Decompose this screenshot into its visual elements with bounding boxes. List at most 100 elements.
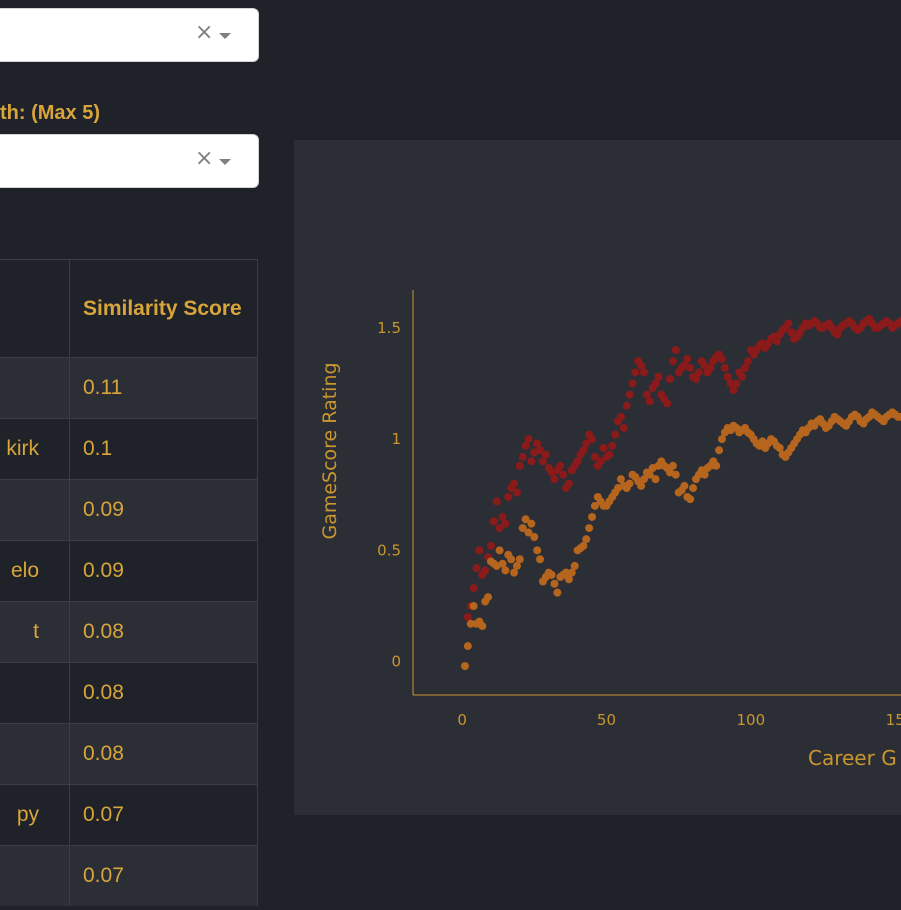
- data-point[interactable]: [495, 546, 504, 555]
- y-tick-label: 1.5: [377, 319, 401, 337]
- data-point[interactable]: [668, 357, 677, 366]
- data-point[interactable]: [599, 443, 608, 452]
- data-point[interactable]: [486, 541, 495, 550]
- data-point[interactable]: [463, 642, 472, 651]
- data-point[interactable]: [625, 479, 634, 488]
- data-point[interactable]: [582, 535, 591, 544]
- data-point[interactable]: [501, 519, 510, 528]
- data-point[interactable]: [460, 662, 469, 671]
- player-name-cell: kirk: [0, 419, 70, 479]
- data-point[interactable]: [501, 566, 510, 575]
- x-tick-label: 15: [886, 711, 901, 729]
- data-point[interactable]: [570, 561, 579, 570]
- chevron-down-icon[interactable]: [219, 159, 231, 165]
- data-point[interactable]: [484, 593, 493, 602]
- data-point[interactable]: [686, 495, 695, 504]
- y-tick-label: 0.5: [377, 541, 401, 559]
- data-point[interactable]: [732, 379, 741, 388]
- data-point[interactable]: [689, 484, 698, 493]
- x-tick-label: 50: [597, 711, 616, 729]
- data-point[interactable]: [475, 546, 484, 555]
- table-row: 0.08: [0, 723, 258, 784]
- data-point[interactable]: [588, 512, 597, 521]
- data-point[interactable]: [671, 470, 680, 479]
- data-point[interactable]: [518, 452, 527, 461]
- data-point[interactable]: [784, 319, 793, 328]
- data-point[interactable]: [559, 470, 568, 479]
- data-point[interactable]: [547, 570, 556, 579]
- data-point[interactable]: [527, 519, 536, 528]
- table-row: 0.09: [0, 479, 258, 540]
- data-point[interactable]: [585, 524, 594, 533]
- data-point[interactable]: [510, 479, 519, 488]
- data-point[interactable]: [645, 397, 654, 406]
- data-point[interactable]: [611, 430, 620, 439]
- data-point[interactable]: [469, 601, 478, 610]
- data-point[interactable]: [720, 363, 729, 372]
- data-point[interactable]: [550, 579, 559, 588]
- table-header-row: Similarity Score: [0, 259, 258, 357]
- header-similarity-score[interactable]: Similarity Score: [83, 260, 243, 357]
- data-point[interactable]: [515, 461, 524, 470]
- data-point[interactable]: [553, 588, 562, 597]
- data-point[interactable]: [631, 368, 640, 377]
- similarity-table: Similarity Score 0.11 kirk 0.1 0.09 elo …: [0, 259, 258, 906]
- data-point[interactable]: [680, 481, 689, 490]
- data-point[interactable]: [671, 346, 680, 355]
- data-point[interactable]: [550, 475, 559, 484]
- data-point[interactable]: [515, 555, 524, 564]
- data-point[interactable]: [478, 622, 487, 631]
- data-point[interactable]: [717, 354, 726, 363]
- data-point[interactable]: [738, 372, 747, 381]
- data-point[interactable]: [743, 357, 752, 366]
- table-row: 0.07: [0, 845, 258, 906]
- data-point[interactable]: [651, 475, 660, 484]
- data-point[interactable]: [654, 372, 663, 381]
- data-point[interactable]: [715, 446, 724, 455]
- player-select[interactable]: ×: [0, 8, 259, 62]
- data-point[interactable]: [628, 379, 637, 388]
- data-point[interactable]: [668, 461, 677, 470]
- data-point[interactable]: [625, 390, 634, 399]
- data-point[interactable]: [527, 457, 536, 466]
- data-point[interactable]: [564, 479, 573, 488]
- data-point[interactable]: [536, 555, 545, 564]
- similarity-score-cell: 0.07: [83, 803, 124, 826]
- data-point[interactable]: [619, 423, 628, 432]
- data-point[interactable]: [665, 375, 674, 384]
- data-point[interactable]: [541, 450, 550, 459]
- data-point[interactable]: [663, 399, 672, 408]
- data-point[interactable]: [588, 435, 597, 444]
- data-point[interactable]: [492, 497, 501, 506]
- similarity-score-cell: 0.08: [83, 742, 124, 765]
- data-point[interactable]: [472, 564, 481, 573]
- chevron-down-icon[interactable]: [219, 33, 231, 39]
- table-row: t 0.08: [0, 601, 258, 662]
- data-point[interactable]: [694, 368, 703, 377]
- data-point[interactable]: [622, 401, 631, 410]
- data-point[interactable]: [469, 584, 478, 593]
- data-point[interactable]: [533, 546, 542, 555]
- data-point[interactable]: [489, 517, 498, 526]
- compare-players-select[interactable]: ×: [0, 134, 259, 188]
- data-point[interactable]: [556, 461, 565, 470]
- data-point[interactable]: [512, 488, 521, 497]
- data-point[interactable]: [686, 363, 695, 372]
- clear-icon[interactable]: ×: [195, 148, 213, 170]
- data-point[interactable]: [640, 368, 649, 377]
- data-point[interactable]: [524, 435, 533, 444]
- data-point[interactable]: [481, 566, 490, 575]
- clear-icon[interactable]: ×: [195, 22, 213, 44]
- data-point[interactable]: [616, 412, 625, 421]
- data-point[interactable]: [530, 533, 539, 542]
- data-point[interactable]: [712, 461, 721, 470]
- data-point[interactable]: [605, 450, 614, 459]
- table-row: 0.08: [0, 662, 258, 723]
- data-point[interactable]: [504, 492, 513, 501]
- gamescore-scatter-chart[interactable]: 0 0.5 1 1.5 0 50 100 15 GameScore Rating Caree…: [294, 140, 901, 815]
- data-point[interactable]: [608, 441, 617, 450]
- player-name-cell: [0, 358, 70, 418]
- data-point[interactable]: [683, 354, 692, 363]
- data-point[interactable]: [507, 555, 516, 564]
- header-player[interactable]: [0, 260, 70, 357]
